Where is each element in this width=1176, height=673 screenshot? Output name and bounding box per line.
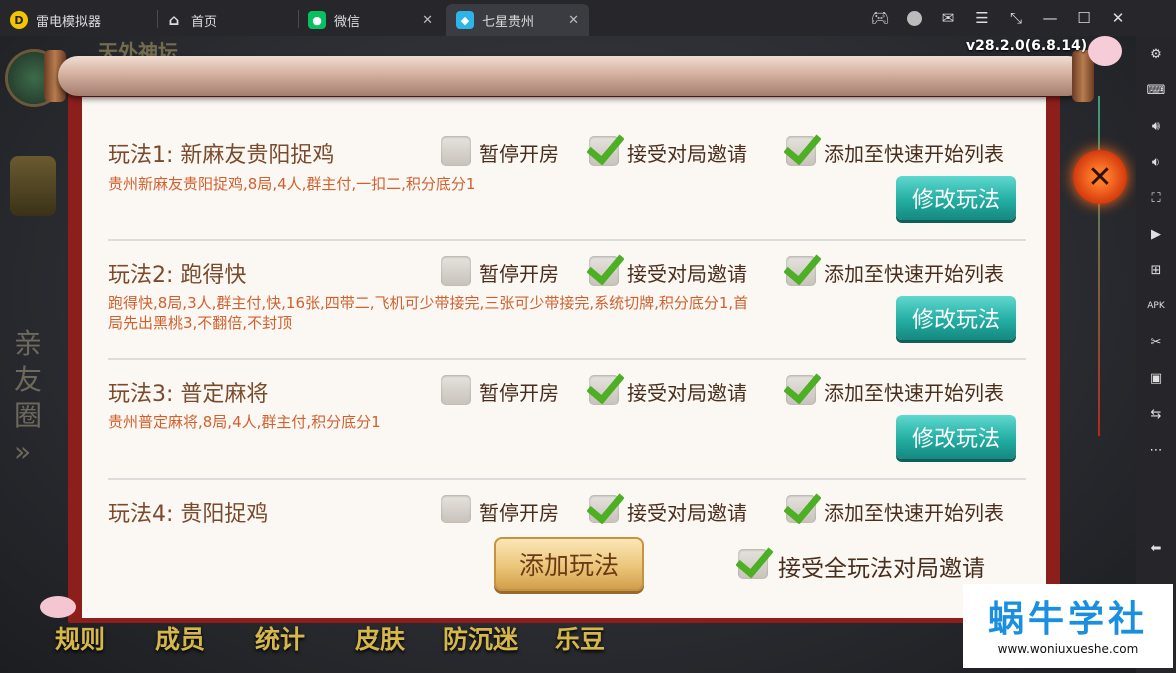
scissors-icon[interactable]: ✂ [1144,330,1168,354]
rule-description: 贵州新麻友贵阳捉鸡,8局,4人,群主付,一扣二,积分底分1 [108,175,476,193]
close-window-icon[interactable]: ✕ [1108,8,1128,28]
more-icon[interactable]: ⋯ [1144,438,1168,462]
gamepad-icon[interactable]: 🎮︎ [870,8,890,28]
leidian-logo-icon: D [10,11,28,29]
accept-invite-label: 接受对局邀请 [627,142,747,166]
game-app-icon: ◆ [456,11,474,29]
row-divider [108,239,1026,241]
pause-room-label: 暂停开房 [479,501,559,525]
side-char: 圈 [14,399,43,432]
row-divider [108,358,1026,360]
menu-icon[interactable]: ☰ [972,8,992,28]
accept-invite-checkbox[interactable] [589,495,619,523]
tab-label: 七星贵州 [482,14,535,30]
avatar[interactable] [10,156,56,216]
screenshot-icon[interactable]: ⛶ [1144,186,1168,210]
minimize-icon[interactable]: — [1040,8,1060,28]
quick-start-checkbox[interactable] [786,375,816,405]
row-divider [108,478,1026,480]
nav-members[interactable]: 成员 [155,620,205,656]
nav-anti-addiction[interactable]: 防沉迷 [443,620,518,656]
side-char: » [14,435,32,468]
mail-icon[interactable]: ✉ [938,8,958,28]
close-cord [1098,96,1100,436]
tab-qixing-guizhou[interactable]: ◆ 七星贵州 ✕ [446,4,589,36]
video-icon[interactable]: ▣ [1144,366,1168,390]
pause-room-label: 暂停开房 [479,381,559,405]
accept-invite-label: 接受对局邀请 [627,501,747,525]
accept-invite-checkbox[interactable] [589,375,619,405]
back-icon[interactable]: ⬅ [1144,536,1168,560]
watermark-title: 蜗牛学社 [987,599,1148,640]
rule-description: 跑得快,8局,3人,群主付,快,16张,四带二,飞机可少带接完,三张可少带接完,… [108,294,749,332]
home-icon: ⌂ [168,11,180,29]
close-icon[interactable]: ✕ [1073,150,1127,204]
friend-circle-side-label[interactable]: 亲 友 圈 » [14,326,48,470]
watermark-url: www.woniuxueshe.com [997,642,1139,656]
flower-decoration [40,596,76,618]
tab-wechat[interactable]: ● 微信 ✕ [308,4,443,36]
flower-decoration [1088,36,1122,66]
scroll-roller-top [58,56,1088,96]
game-screen: 天外神坛 亲 友 圈 » 规则 成员 统计 皮肤 防沉迷 乐豆 v28.2.0(… [0,36,1136,673]
shrink-window-icon[interactable]: ⤡ [1006,8,1026,28]
emulator-sidebar: ⚙ ⌨ 🔊︎ 🔉︎ ⛶ ▶ ⊞ APK ✂ ▣ ⇆ ⋯ ⬅ [1136,36,1176,673]
nav-stats[interactable]: 统计 [255,620,305,656]
rule-title: 玩法1: 新麻友贵阳捉鸡 [108,143,335,168]
settings-icon[interactable]: ⚙ [1144,42,1168,66]
multi-instance-icon[interactable]: ⊞ [1144,258,1168,282]
quick-start-label: 添加至快速开始列表 [824,262,1004,286]
nav-rules[interactable]: 规则 [55,620,105,656]
rule-description: 贵州普定麻将,8局,4人,群主付,积分底分1 [108,413,381,431]
volume-up-icon[interactable]: 🔊︎ [1144,114,1168,138]
pause-room-label: 暂停开房 [479,142,559,166]
quick-start-label: 添加至快速开始列表 [824,381,1004,405]
side-char: 友 [14,363,43,396]
close-icon[interactable]: ✕ [422,13,433,28]
keyboard-icon[interactable]: ⌨ [1144,78,1168,102]
account-icon[interactable] [904,8,924,28]
version-label: v28.2.0(6.8.14) [966,38,1088,54]
pause-room-checkbox[interactable] [441,136,471,166]
rule-title: 玩法2: 跑得快 [108,263,247,288]
wechat-icon: ● [308,11,326,29]
accept-all-invite-checkbox[interactable] [738,549,768,579]
side-char: 亲 [14,327,43,360]
volume-down-icon[interactable]: 🔉︎ [1144,150,1168,174]
pause-room-label: 暂停开房 [479,262,559,286]
rule-title: 玩法3: 普定麻将 [108,382,269,407]
close-icon[interactable]: ✕ [568,13,579,28]
watermark: 蜗牛学社 www.woniuxueshe.com [963,584,1173,668]
modify-rule-button[interactable]: 修改玩法 [896,415,1016,459]
tab-label: 首页 [191,14,218,30]
pause-room-checkbox[interactable] [441,375,471,405]
pause-room-checkbox[interactable] [441,256,471,286]
quick-start-checkbox[interactable] [786,256,816,286]
modify-rule-button[interactable]: 修改玩法 [896,176,1016,220]
tab-label: 微信 [334,14,361,30]
accept-all-invite-label: 接受全玩法对局邀请 [778,556,985,582]
accept-invite-label: 接受对局邀请 [627,262,747,286]
maximize-icon[interactable]: ☐ [1074,8,1094,28]
pause-room-checkbox[interactable] [441,495,471,523]
add-rule-button[interactable]: 添加玩法 [494,537,644,591]
sync-icon[interactable]: ⇆ [1144,402,1168,426]
tab-leidian[interactable]: D 雷电模拟器 [10,4,150,36]
accept-invite-checkbox[interactable] [589,256,619,286]
apk-install-icon[interactable]: APK [1144,294,1168,318]
quick-start-label: 添加至快速开始列表 [824,501,1004,525]
accept-invite-label: 接受对局邀请 [627,381,747,405]
quick-start-label: 添加至快速开始列表 [824,142,1004,166]
tab-label: 雷电模拟器 [36,14,102,30]
modify-rule-button[interactable]: 修改玩法 [896,296,1016,340]
quick-start-checkbox[interactable] [786,136,816,166]
nav-ledou[interactable]: 乐豆 [555,620,605,656]
record-icon[interactable]: ▶ [1144,222,1168,246]
quick-start-checkbox[interactable] [786,495,816,523]
nav-skins[interactable]: 皮肤 [355,620,405,656]
accept-invite-checkbox[interactable] [589,136,619,166]
emulator-title-bar: D 雷电模拟器 ⌂ 首页 ● 微信 ✕ ◆ 七星贵州 ✕ 🎮︎ ✉ ☰ ⤡ — … [0,0,1176,36]
tab-home[interactable]: ⌂ 首页 [165,4,295,36]
rule-title: 玩法4: 贵阳捉鸡 [108,502,269,527]
